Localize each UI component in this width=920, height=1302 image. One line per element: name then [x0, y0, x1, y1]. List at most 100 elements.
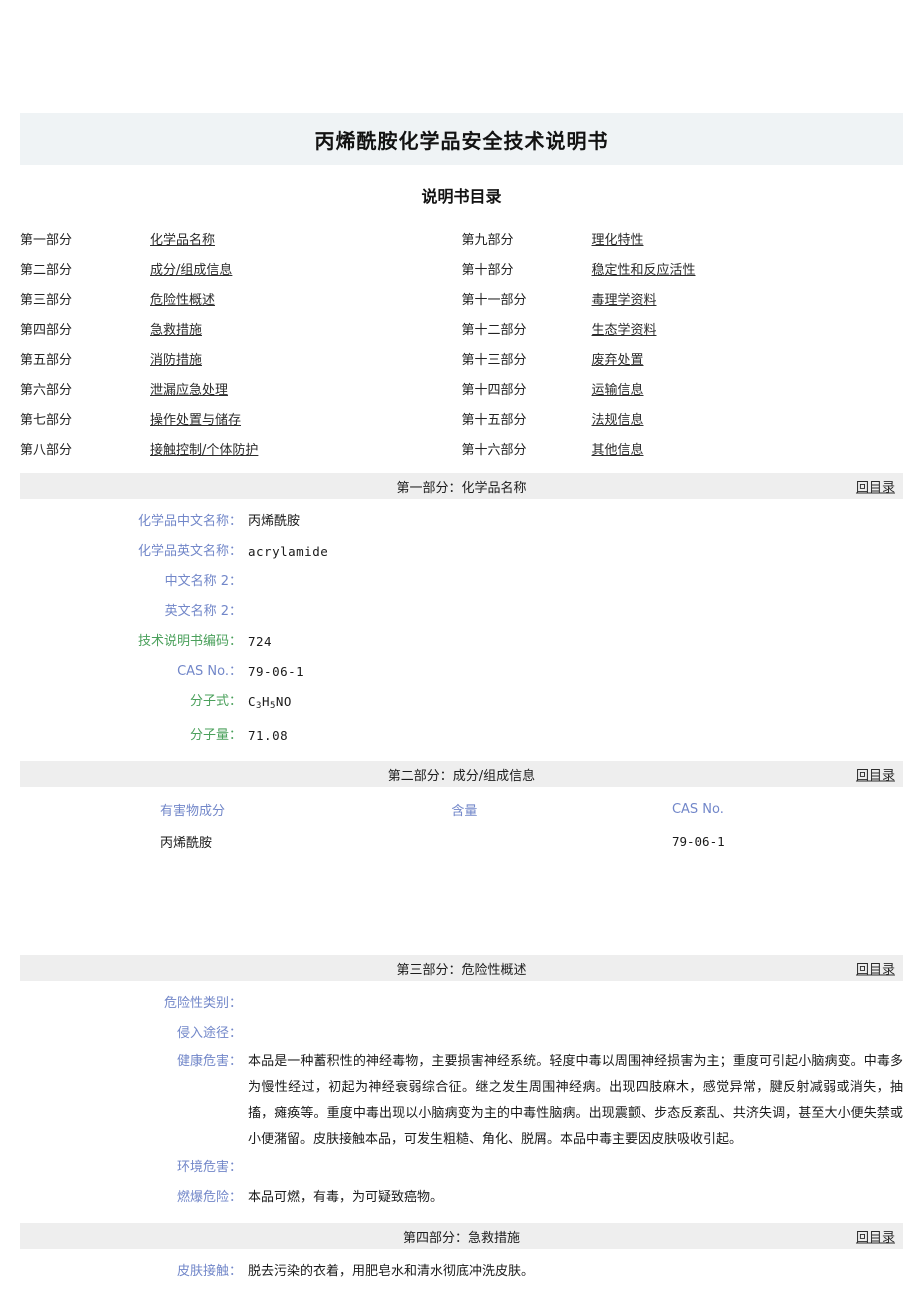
- field-row-molecular-weight: 分子量： 71.08: [20, 721, 903, 751]
- field-label: 化学品英文名称：: [137, 544, 242, 559]
- field-value: 71.08: [248, 728, 289, 743]
- toc-link-part16[interactable]: 其他信息: [592, 439, 644, 458]
- toc-link-part6[interactable]: 泄漏应急处理: [150, 379, 228, 398]
- toc-heading: 说明书目录: [421, 187, 502, 206]
- field-row-hazard-category: 危险性类别：: [20, 989, 903, 1019]
- field-row-skin-contact: 皮肤接触： 脱去污染的衣着，用肥皂水和清水彻底冲洗皮肤。: [20, 1257, 903, 1287]
- table-bottom-spacer: [20, 857, 903, 945]
- toc-link-part12[interactable]: 生态学资料: [592, 319, 657, 338]
- msds-page: 丙烯酰胺化学品安全技术说明书 说明书目录 第一部分 化学品名称 第二部分 成分/…: [0, 0, 920, 1302]
- field-value: 脱去污染的衣着，用肥皂水和清水彻底冲洗皮肤。: [248, 1264, 535, 1279]
- section-header-part3: 第三部分：危险性概述 回目录: [20, 955, 903, 981]
- toc-row: 第十五部分 法规信息: [462, 403, 904, 433]
- field-value: 本品可燃，有毒，为可疑致癌物。: [248, 1190, 444, 1205]
- toc-link-part5[interactable]: 消防措施: [150, 349, 202, 368]
- field-row-chinese-name-2: 中文名称 2：: [20, 567, 903, 597]
- toc-link-part15[interactable]: 法规信息: [592, 409, 644, 428]
- section-header-part1: 第一部分：化学品名称 回目录: [20, 473, 903, 499]
- field-label: 侵入途径：: [176, 1026, 242, 1041]
- field-row-english-name: 化学品英文名称： acrylamide: [20, 537, 903, 567]
- toc-link-part1[interactable]: 化学品名称: [150, 229, 215, 248]
- field-row-route-of-entry: 侵入途径：: [20, 1019, 903, 1049]
- back-to-toc-link[interactable]: 回目录: [856, 959, 895, 978]
- toc-row: 第十四部分 运输信息: [462, 373, 904, 403]
- page-title: 丙烯酰胺化学品安全技术说明书: [314, 128, 609, 153]
- toc-part-number: 第三部分: [20, 292, 73, 308]
- page-content: 丙烯酰胺化学品安全技术说明书 说明书目录 第一部分 化学品名称 第二部分 成分/…: [20, 0, 903, 1287]
- toc-part-number: 第一部分: [20, 232, 73, 248]
- field-label: 皮肤接触：: [176, 1264, 242, 1279]
- table-of-contents: 第一部分 化学品名称 第二部分 成分/组成信息 第三部分 危险性概述 第四部分 …: [20, 223, 903, 463]
- column-header-component: 有害物成分: [160, 803, 226, 819]
- section1-fields: 化学品中文名称： 丙烯酰胺 化学品英文名称： acrylamide 中文名称 2…: [20, 499, 903, 751]
- cell-component: 丙烯酰胺: [160, 835, 213, 851]
- toc-part-number: 第十部分: [461, 262, 514, 278]
- toc-row: 第七部分 操作处置与储存: [20, 403, 462, 433]
- field-row-datasheet-code: 技术说明书编码： 724: [20, 627, 903, 657]
- field-label: 分子式：: [189, 694, 242, 709]
- toc-link-part4[interactable]: 急救措施: [150, 319, 202, 338]
- toc-row: 第十三部分 废弃处置: [462, 343, 904, 373]
- toc-part-number: 第四部分: [20, 322, 73, 338]
- toc-link-part2[interactable]: 成分/组成信息: [150, 259, 232, 278]
- field-row-molecular-formula: 分子式： C3H5NO: [20, 687, 903, 721]
- composition-table-body: 丙烯酰胺 79-06-1: [20, 825, 903, 857]
- column-header-amount: 含量: [451, 803, 478, 819]
- toc-row: 第一部分 化学品名称: [20, 223, 462, 253]
- toc-part-number: 第十三部分: [461, 352, 527, 368]
- composition-table: 有害物成分 含量 CAS No. 丙烯酰胺 79-06-1: [20, 793, 903, 857]
- toc-row: 第十部分 稳定性和反应活性: [462, 253, 904, 283]
- toc-column-left: 第一部分 化学品名称 第二部分 成分/组成信息 第三部分 危险性概述 第四部分 …: [20, 223, 462, 463]
- toc-part-number: 第十六部分: [461, 442, 527, 458]
- toc-link-part8[interactable]: 接触控制/个体防护: [150, 439, 258, 458]
- back-to-toc-link[interactable]: 回目录: [856, 765, 895, 784]
- toc-row: 第六部分 泄漏应急处理: [20, 373, 462, 403]
- back-to-toc-link[interactable]: 回目录: [856, 1227, 895, 1246]
- toc-part-number: 第十二部分: [461, 322, 527, 338]
- column-header-cas: CAS No.: [671, 801, 724, 817]
- section-header-part2: 第二部分：成分/组成信息 回目录: [20, 761, 903, 787]
- section-title: 第二部分：成分/组成信息: [387, 768, 536, 784]
- toc-row: 第十六部分 其他信息: [462, 433, 904, 463]
- toc-part-number: 第十五部分: [461, 412, 527, 428]
- toc-link-part7[interactable]: 操作处置与储存: [150, 409, 241, 428]
- document-title-bar: 丙烯酰胺化学品安全技术说明书: [20, 113, 903, 165]
- toc-link-part11[interactable]: 毒理学资料: [592, 289, 657, 308]
- field-row-chinese-name: 化学品中文名称： 丙烯酰胺: [20, 507, 903, 537]
- field-label: 危险性类别：: [163, 996, 242, 1011]
- toc-row: 第五部分 消防措施: [20, 343, 462, 373]
- field-label: 环境危害：: [176, 1160, 242, 1175]
- toc-part-number: 第八部分: [20, 442, 73, 458]
- toc-row: 第三部分 危险性概述: [20, 283, 462, 313]
- field-label: 分子量：: [189, 728, 242, 743]
- field-row-cas-number: CAS No.： 79-06-1: [20, 657, 903, 687]
- section-title: 第三部分：危险性概述: [396, 962, 527, 978]
- field-label: 技术说明书编码：: [137, 634, 242, 649]
- field-row-english-name-2: 英文名称 2：: [20, 597, 903, 627]
- section-title: 第一部分：化学品名称: [396, 480, 527, 496]
- toc-row: 第四部分 急救措施: [20, 313, 462, 343]
- toc-row: 第十二部分 生态学资料: [462, 313, 904, 343]
- toc-link-part14[interactable]: 运输信息: [592, 379, 644, 398]
- toc-link-part13[interactable]: 废弃处置: [592, 349, 644, 368]
- toc-part-number: 第十四部分: [461, 382, 527, 398]
- field-value: 724: [248, 634, 273, 649]
- cell-cas: 79-06-1: [671, 833, 725, 849]
- field-row-health-hazard: 健康危害： 本品是一种蓄积性的神经毒物，主要损害神经系统。轻度中毒以周围神经损害…: [20, 1049, 903, 1153]
- toc-row: 第九部分 理化特性: [462, 223, 904, 253]
- field-row-explosion-hazard: 燃爆危险： 本品可燃，有毒，为可疑致癌物。: [20, 1183, 903, 1213]
- table-row: 丙烯酰胺 79-06-1: [20, 825, 903, 857]
- toc-link-part3[interactable]: 危险性概述: [150, 289, 215, 308]
- back-to-toc-link[interactable]: 回目录: [856, 477, 895, 496]
- toc-link-part9[interactable]: 理化特性: [592, 229, 644, 248]
- toc-row: 第二部分 成分/组成信息: [20, 253, 462, 283]
- section-header-part4: 第四部分：急救措施 回目录: [20, 1223, 903, 1249]
- toc-part-number: 第十一部分: [461, 292, 527, 308]
- field-label: 燃爆危险：: [176, 1190, 242, 1205]
- toc-link-part10[interactable]: 稳定性和反应活性: [592, 259, 696, 278]
- toc-part-number: 第九部分: [461, 232, 514, 248]
- field-row-environmental-hazard: 环境危害：: [20, 1153, 903, 1183]
- section3-fields: 危险性类别： 侵入途径： 健康危害： 本品是一种蓄积性的神经毒物，主要损害神经系…: [20, 981, 903, 1213]
- composition-table-head: 有害物成分 含量 CAS No.: [20, 793, 903, 825]
- toc-part-number: 第七部分: [20, 412, 73, 428]
